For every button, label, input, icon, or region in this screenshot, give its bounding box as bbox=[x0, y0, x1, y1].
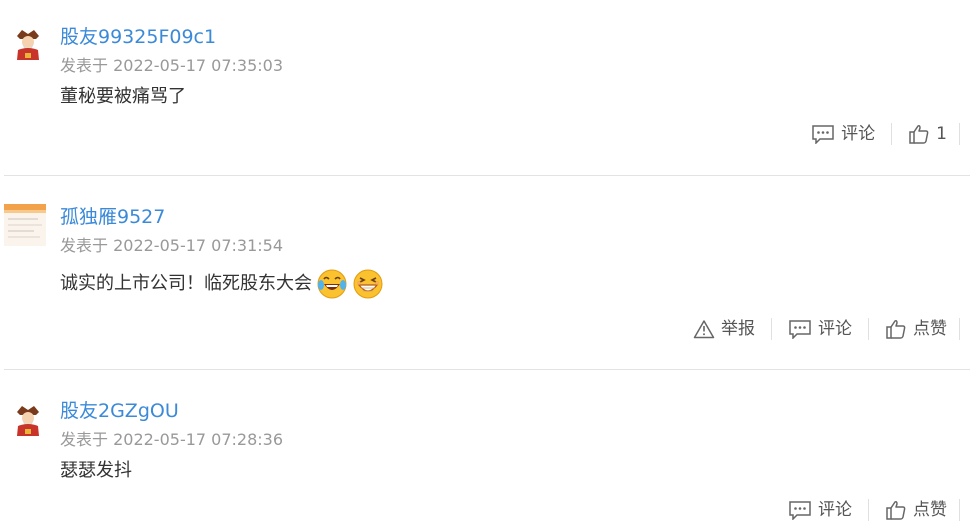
action-divider bbox=[959, 318, 960, 340]
like-button-label: 点赞 bbox=[913, 319, 947, 339]
comment-button[interactable]: 评论 bbox=[772, 318, 868, 340]
comment-bubble-icon bbox=[812, 125, 834, 144]
comment-actions: 举报 评论 点赞 bbox=[677, 316, 960, 342]
comment-text-content: 董秘要被痛骂了 bbox=[60, 86, 186, 107]
report-button[interactable]: 举报 bbox=[677, 318, 771, 340]
comment-actions: 评论 1 bbox=[795, 121, 960, 147]
username-link[interactable]: 孤独雁9527 bbox=[60, 205, 165, 229]
landscape-photo-avatar-icon bbox=[4, 204, 46, 246]
report-button-label: 举报 bbox=[721, 319, 755, 339]
comment-button-label: 评论 bbox=[818, 319, 852, 339]
grinning-emoji-icon bbox=[353, 269, 383, 299]
comment-bubble-icon bbox=[789, 501, 811, 520]
comment-text-content: 瑟瑟发抖 bbox=[60, 460, 132, 481]
warning-triangle-icon bbox=[693, 320, 715, 339]
like-button-label: 点赞 bbox=[913, 500, 947, 520]
username-link[interactable]: 股友99325F09c1 bbox=[60, 25, 216, 49]
post-timestamp: 发表于 2022-05-17 07:28:36 bbox=[60, 430, 284, 449]
post-timestamp: 发表于 2022-05-17 07:31:54 bbox=[60, 236, 284, 255]
user-avatar[interactable] bbox=[8, 400, 48, 440]
thumbs-up-icon bbox=[886, 320, 906, 339]
comment-item: 孤独雁9527 发表于 2022-05-17 07:31:54 诚实的上市公司！… bbox=[0, 176, 970, 369]
fortune-god-avatar-icon bbox=[8, 24, 48, 64]
comment-actions: 评论 点赞 bbox=[772, 497, 960, 523]
comment-text: 董秘要被痛骂了 bbox=[60, 85, 186, 109]
thumbs-up-icon bbox=[886, 501, 906, 520]
user-avatar[interactable] bbox=[8, 24, 48, 64]
comment-text: 瑟瑟发抖 bbox=[60, 459, 132, 483]
like-button[interactable]: 1 bbox=[892, 123, 959, 145]
comment-button-label: 评论 bbox=[841, 124, 876, 144]
comment-item: 股友2GZgOU 发表于 2022-05-17 07:28:36 瑟瑟发抖 评论… bbox=[0, 370, 970, 532]
action-divider bbox=[959, 499, 960, 521]
user-avatar[interactable] bbox=[4, 204, 46, 246]
action-divider bbox=[959, 123, 960, 145]
laughing-tears-emoji-icon bbox=[317, 269, 347, 299]
like-button[interactable]: 点赞 bbox=[869, 318, 959, 340]
comment-button-label: 评论 bbox=[818, 500, 852, 520]
thumbs-up-icon bbox=[909, 125, 929, 144]
like-button[interactable]: 点赞 bbox=[869, 499, 959, 521]
comment-bubble-icon bbox=[789, 320, 811, 339]
post-timestamp: 发表于 2022-05-17 07:35:03 bbox=[60, 56, 284, 75]
comment-text-content: 诚实的上市公司！临死股东大会 bbox=[60, 273, 312, 294]
comment-text: 诚实的上市公司！临死股东大会 bbox=[60, 268, 384, 300]
comment-button[interactable]: 评论 bbox=[772, 499, 868, 521]
fortune-god-avatar-icon bbox=[8, 400, 48, 440]
comment-button[interactable]: 评论 bbox=[795, 123, 891, 145]
like-count: 1 bbox=[936, 124, 947, 144]
username-link[interactable]: 股友2GZgOU bbox=[60, 399, 179, 423]
comment-item: 股友99325F09c1 发表于 2022-05-17 07:35:03 董秘要… bbox=[0, 0, 970, 175]
